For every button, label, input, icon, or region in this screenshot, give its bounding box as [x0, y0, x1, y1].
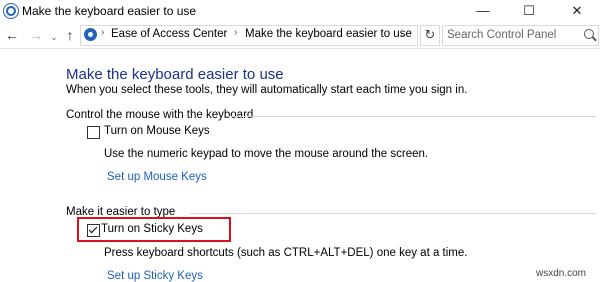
breadcrumb-separator-icon[interactable]: › [234, 27, 237, 38]
sticky-keys-checkbox[interactable] [87, 224, 100, 237]
refresh-icon[interactable]: ↻ [420, 25, 440, 46]
set-up-mouse-keys-link[interactable]: Set up Mouse Keys [107, 171, 207, 183]
mouse-keys-label[interactable]: Turn on Mouse Keys [104, 125, 210, 137]
forward-arrow-icon[interactable]: → [28, 26, 44, 44]
address-dropdown-chevron-icon[interactable]: ⌄ [399, 29, 407, 40]
ease-of-access-icon [4, 4, 18, 18]
title-bar: Make the keyboard easier to use — ☐ ✕ [0, 0, 600, 22]
address-bar: ← → ⌄ ↑ › Ease of Access Center › Make t… [0, 22, 600, 49]
control-panel-icon [84, 28, 97, 41]
search-box[interactable] [442, 25, 599, 46]
breadcrumb-separator-icon[interactable]: › [101, 27, 104, 38]
section-heading-mouse: Control the mouse with the keyboard [66, 109, 254, 121]
minimize-button[interactable]: — [460, 0, 506, 22]
section-divider [190, 213, 596, 214]
breadcrumb-ease-of-access-center[interactable]: Ease of Access Center [111, 28, 227, 40]
sticky-keys-description: Press keyboard shortcuts (such as CTRL+A… [104, 247, 468, 259]
recent-locations-chevron-icon[interactable]: ⌄ [46, 28, 62, 46]
search-icon[interactable] [584, 29, 594, 39]
breadcrumb-current-page[interactable]: Make the keyboard easier to use [245, 28, 412, 40]
window-title: Make the keyboard easier to use [22, 4, 197, 18]
maximize-button[interactable]: ☐ [506, 0, 552, 22]
watermark: wsxdn.com [536, 268, 587, 279]
mouse-keys-description: Use the numeric keypad to move the mouse… [104, 148, 429, 160]
page-title: Make the keyboard easier to use [66, 66, 284, 83]
up-arrow-icon[interactable]: ↑ [62, 26, 78, 44]
section-divider [226, 116, 596, 117]
set-up-sticky-keys-link[interactable]: Set up Sticky Keys [107, 270, 203, 282]
page-subtitle: When you select these tools, they will a… [66, 84, 468, 96]
close-button[interactable]: ✕ [554, 0, 600, 22]
search-input[interactable] [443, 26, 579, 43]
breadcrumb[interactable]: › Ease of Access Center › Make the keybo… [80, 25, 418, 46]
back-arrow-icon[interactable]: ← [4, 26, 20, 44]
sticky-keys-label[interactable]: Turn on Sticky Keys [101, 223, 203, 235]
mouse-keys-checkbox[interactable] [87, 126, 100, 139]
